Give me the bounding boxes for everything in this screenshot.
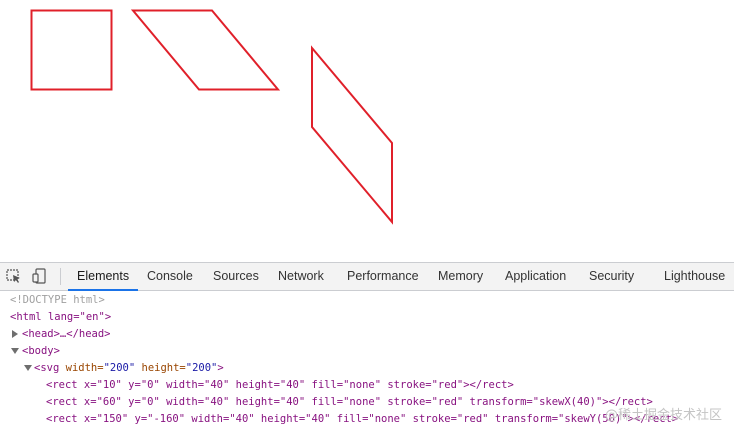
- dom-doctype[interactable]: <!DOCTYPE html>: [10, 292, 105, 309]
- toolbar-divider: [60, 268, 61, 285]
- tab-label: Console: [147, 269, 193, 283]
- device-toolbar-icon[interactable]: [31, 267, 49, 285]
- svg-width-value: "200": [103, 362, 136, 374]
- tab-label: Application: [505, 269, 567, 283]
- svg-tag-close: >: [217, 362, 224, 374]
- tab-network[interactable]: Network: [278, 263, 324, 290]
- devtools-panel: Elements Console Sources Network Perform…: [0, 262, 734, 431]
- tab-label: Sources: [213, 269, 259, 283]
- collapse-svg-icon[interactable]: [24, 365, 32, 371]
- watermark-text: @稀土掘金技术社区: [604, 408, 722, 423]
- tab-label: Elements: [77, 269, 130, 283]
- svg-height-attr: height=: [135, 362, 186, 374]
- devtools-toolbar: Elements Console Sources Network Perform…: [0, 263, 734, 291]
- skewx-parallelogram-shape: [130, 9, 281, 91]
- svg-tag: <svg: [34, 362, 60, 374]
- square-shape: [30, 9, 113, 91]
- tab-application[interactable]: Application: [505, 263, 566, 290]
- svg-canvas: [30, 9, 393, 225]
- tab-lighthouse[interactable]: Lighthouse: [664, 263, 725, 290]
- tab-label: Lighthouse: [664, 269, 726, 283]
- collapse-body-icon[interactable]: [11, 348, 19, 354]
- tab-memory[interactable]: Memory: [438, 263, 483, 290]
- dom-head-node[interactable]: <head>…</head>: [22, 326, 111, 343]
- dom-rect-1[interactable]: <rect x="10" y="0" width="40" height="40…: [46, 377, 514, 394]
- tab-security[interactable]: Security: [589, 263, 634, 290]
- expand-head-icon[interactable]: [12, 330, 18, 338]
- svg-width-attr: width=: [59, 362, 104, 374]
- inspect-element-icon[interactable]: [5, 267, 23, 285]
- dom-svg-node[interactable]: <svg width="200" height="200">: [34, 360, 224, 377]
- tab-label: Network: [278, 269, 324, 283]
- dom-html-node[interactable]: <html lang="en">: [10, 309, 111, 326]
- tab-performance[interactable]: Performance: [347, 263, 419, 290]
- skewy-parallelogram-shape: [311, 45, 393, 225]
- dom-rect-2[interactable]: <rect x="60" y="0" width="40" height="40…: [46, 394, 653, 411]
- svg-height-value: "200": [185, 362, 218, 374]
- page-viewport: [0, 0, 734, 262]
- tab-sources[interactable]: Sources: [213, 263, 259, 290]
- tab-label: Performance: [347, 269, 419, 283]
- tab-console[interactable]: Console: [147, 263, 193, 290]
- dom-body-node[interactable]: <body>: [22, 343, 60, 360]
- tab-label: Security: [589, 269, 635, 283]
- tab-elements[interactable]: Elements: [68, 263, 139, 291]
- tab-label: Memory: [438, 269, 484, 283]
- dom-rect-3[interactable]: <rect x="150" y="-160" width="40" height…: [46, 411, 678, 428]
